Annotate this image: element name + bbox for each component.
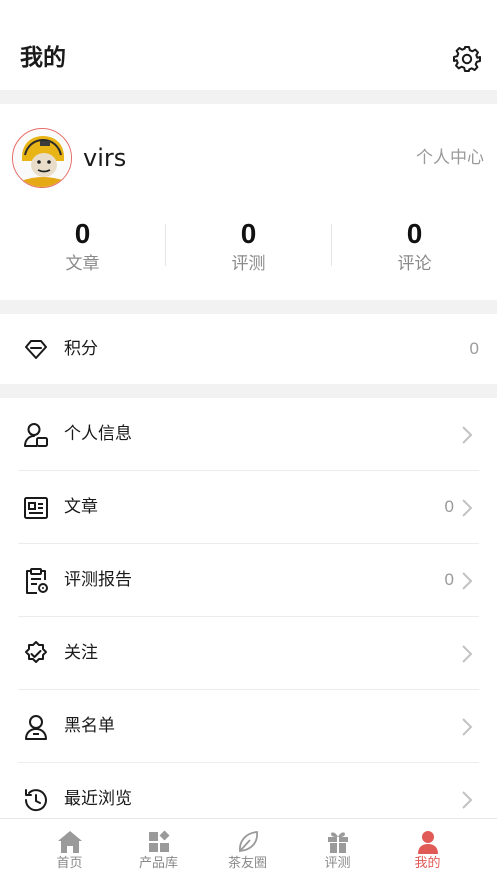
avatar[interactable] [12,128,72,188]
tab-products[interactable]: 产品库 [109,819,208,883]
menu-item-profile-info[interactable]: 个人信息 [18,398,479,471]
avatar-image [13,129,71,187]
grid-icon [149,830,170,852]
leaf-icon [239,831,258,852]
chevron-right-icon [462,645,473,663]
stat-value: 0 [240,218,257,249]
chevron-right-icon [462,499,473,517]
menu-label: 个人信息 [64,424,132,444]
tab-label: 首页 [56,856,83,871]
stat-label: 评论 [397,254,432,274]
top-header: 我的 [0,0,497,90]
badge-check-icon [25,641,47,663]
menu-list: 个人信息 文章 0 评测报告 0 关注 黑名单 最近浏览 [0,398,497,818]
bottom-tab-bar: 首页 产品库 茶友圈 评测 我的 [0,818,497,883]
chevron-right-icon [462,426,473,444]
person-icon [418,831,438,854]
menu-item-articles[interactable]: 文章 0 [18,471,479,544]
points-row[interactable]: 积分 0 [0,314,497,384]
chevron-right-icon [462,791,473,809]
home-icon [58,831,82,853]
stat-value: 0 [406,218,423,249]
diamond-icon [25,340,47,359]
menu-label: 最近浏览 [64,789,132,809]
menu-count: 0 [444,497,454,516]
username[interactable]: virs [83,142,126,174]
menu-item-following[interactable]: 关注 [18,617,479,690]
menu-label: 关注 [64,643,98,663]
profile-card: virs 个人中心 0 文章 0 评测 0 评论 [0,104,497,300]
menu-label: 黑名单 [64,716,115,736]
stat-label: 评测 [231,254,266,274]
chevron-right-icon [462,572,473,590]
points-label: 积分 [64,339,98,359]
stat-reviews[interactable]: 0 评测 [166,218,331,277]
page-title: 我的 [20,45,66,71]
points-value: 0 [469,339,479,358]
article-icon [24,497,48,519]
chevron-right-icon [462,718,473,736]
tab-mine[interactable]: 我的 [378,819,477,883]
user-block-icon [25,715,47,740]
tab-label: 产品库 [138,856,178,871]
tab-label: 评测 [324,856,351,871]
tab-label: 我的 [414,856,441,871]
tab-tea-circle[interactable]: 茶友圈 [198,819,297,883]
stat-label: 文章 [65,254,100,274]
stat-value: 0 [74,218,91,249]
menu-count: 0 [444,570,454,589]
report-icon [26,568,48,594]
menu-label: 评测报告 [64,570,132,590]
personal-center-link[interactable]: 个人中心 [416,146,484,170]
menu-label: 文章 [64,497,98,517]
tab-label: 茶友圈 [227,856,267,871]
stat-comments[interactable]: 0 评论 [332,218,497,277]
user-card-icon [24,423,48,447]
tab-reviews[interactable]: 评测 [288,819,387,883]
gear-icon[interactable] [452,44,482,74]
history-icon [24,789,47,812]
menu-item-review-reports[interactable]: 评测报告 0 [18,544,479,617]
tab-home[interactable]: 首页 [20,819,119,883]
menu-item-blacklist[interactable]: 黑名单 [18,690,479,763]
gift-icon [328,832,348,853]
stat-articles[interactable]: 0 文章 [0,218,165,277]
